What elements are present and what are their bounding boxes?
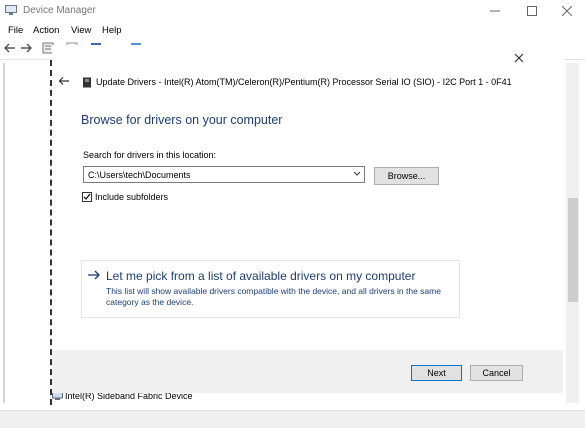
pick-driver-description: This list will show available drivers co… [106, 286, 441, 307]
forward-arrow-icon[interactable] [20, 42, 32, 54]
menu-view[interactable]: View [71, 25, 91, 36]
menu-action[interactable]: Action [33, 25, 59, 36]
horizontal-scrollbar[interactable] [0, 410, 585, 428]
tree-frame-edge [3, 63, 5, 403]
next-button[interactable]: Next [411, 365, 462, 381]
minimize-icon [490, 10, 500, 12]
close-window-button[interactable] [549, 0, 585, 22]
right-arrow-icon [88, 270, 100, 280]
search-location-label: Search for drivers in this location: [83, 150, 217, 160]
pick-driver-link[interactable]: Let me pick from a list of available dri… [81, 260, 460, 318]
serial-io-device-icon [83, 77, 91, 88]
search-location-combobox[interactable]: C:\Users\tech\Documents [83, 166, 365, 183]
include-subfolders-checkbox[interactable] [82, 192, 92, 202]
maximize-button[interactable] [514, 0, 550, 22]
chevron-down-icon[interactable] [353, 171, 361, 177]
browse-button[interactable]: Browse... [374, 167, 439, 185]
menu-bar: File Action View Help [0, 22, 585, 39]
menu-file[interactable]: File [8, 25, 23, 36]
dialog-footer: Next Cancel [52, 350, 563, 393]
maximize-icon [527, 6, 537, 16]
vertical-scrollbar-thumb[interactable] [568, 198, 578, 302]
title-bar: Device Manager [0, 0, 585, 22]
update-drivers-dialog: Update Drivers - Intel(R) Atom(TM)/Celer… [52, 45, 563, 393]
window-title: Device Manager [23, 5, 96, 16]
minimize-button[interactable] [477, 0, 513, 22]
cancel-button[interactable]: Cancel [470, 365, 523, 381]
dialog-close-icon[interactable] [512, 51, 526, 65]
search-location-value[interactable]: C:\Users\tech\Documents [88, 170, 191, 180]
dialog-back-arrow-icon[interactable] [58, 75, 70, 87]
menu-help[interactable]: Help [102, 25, 122, 36]
pick-driver-link-text[interactable]: Let me pick from a list of available dri… [106, 269, 415, 283]
checkmark-icon [83, 193, 91, 200]
dialog-heading: Browse for drivers on your computer [81, 113, 283, 127]
dialog-title: Update Drivers - Intel(R) Atom(TM)/Celer… [96, 77, 512, 87]
close-icon [562, 6, 572, 16]
device-manager-icon [5, 5, 17, 15]
include-subfolders-label[interactable]: Include subfolders [95, 192, 168, 202]
back-arrow-icon[interactable] [4, 42, 16, 54]
